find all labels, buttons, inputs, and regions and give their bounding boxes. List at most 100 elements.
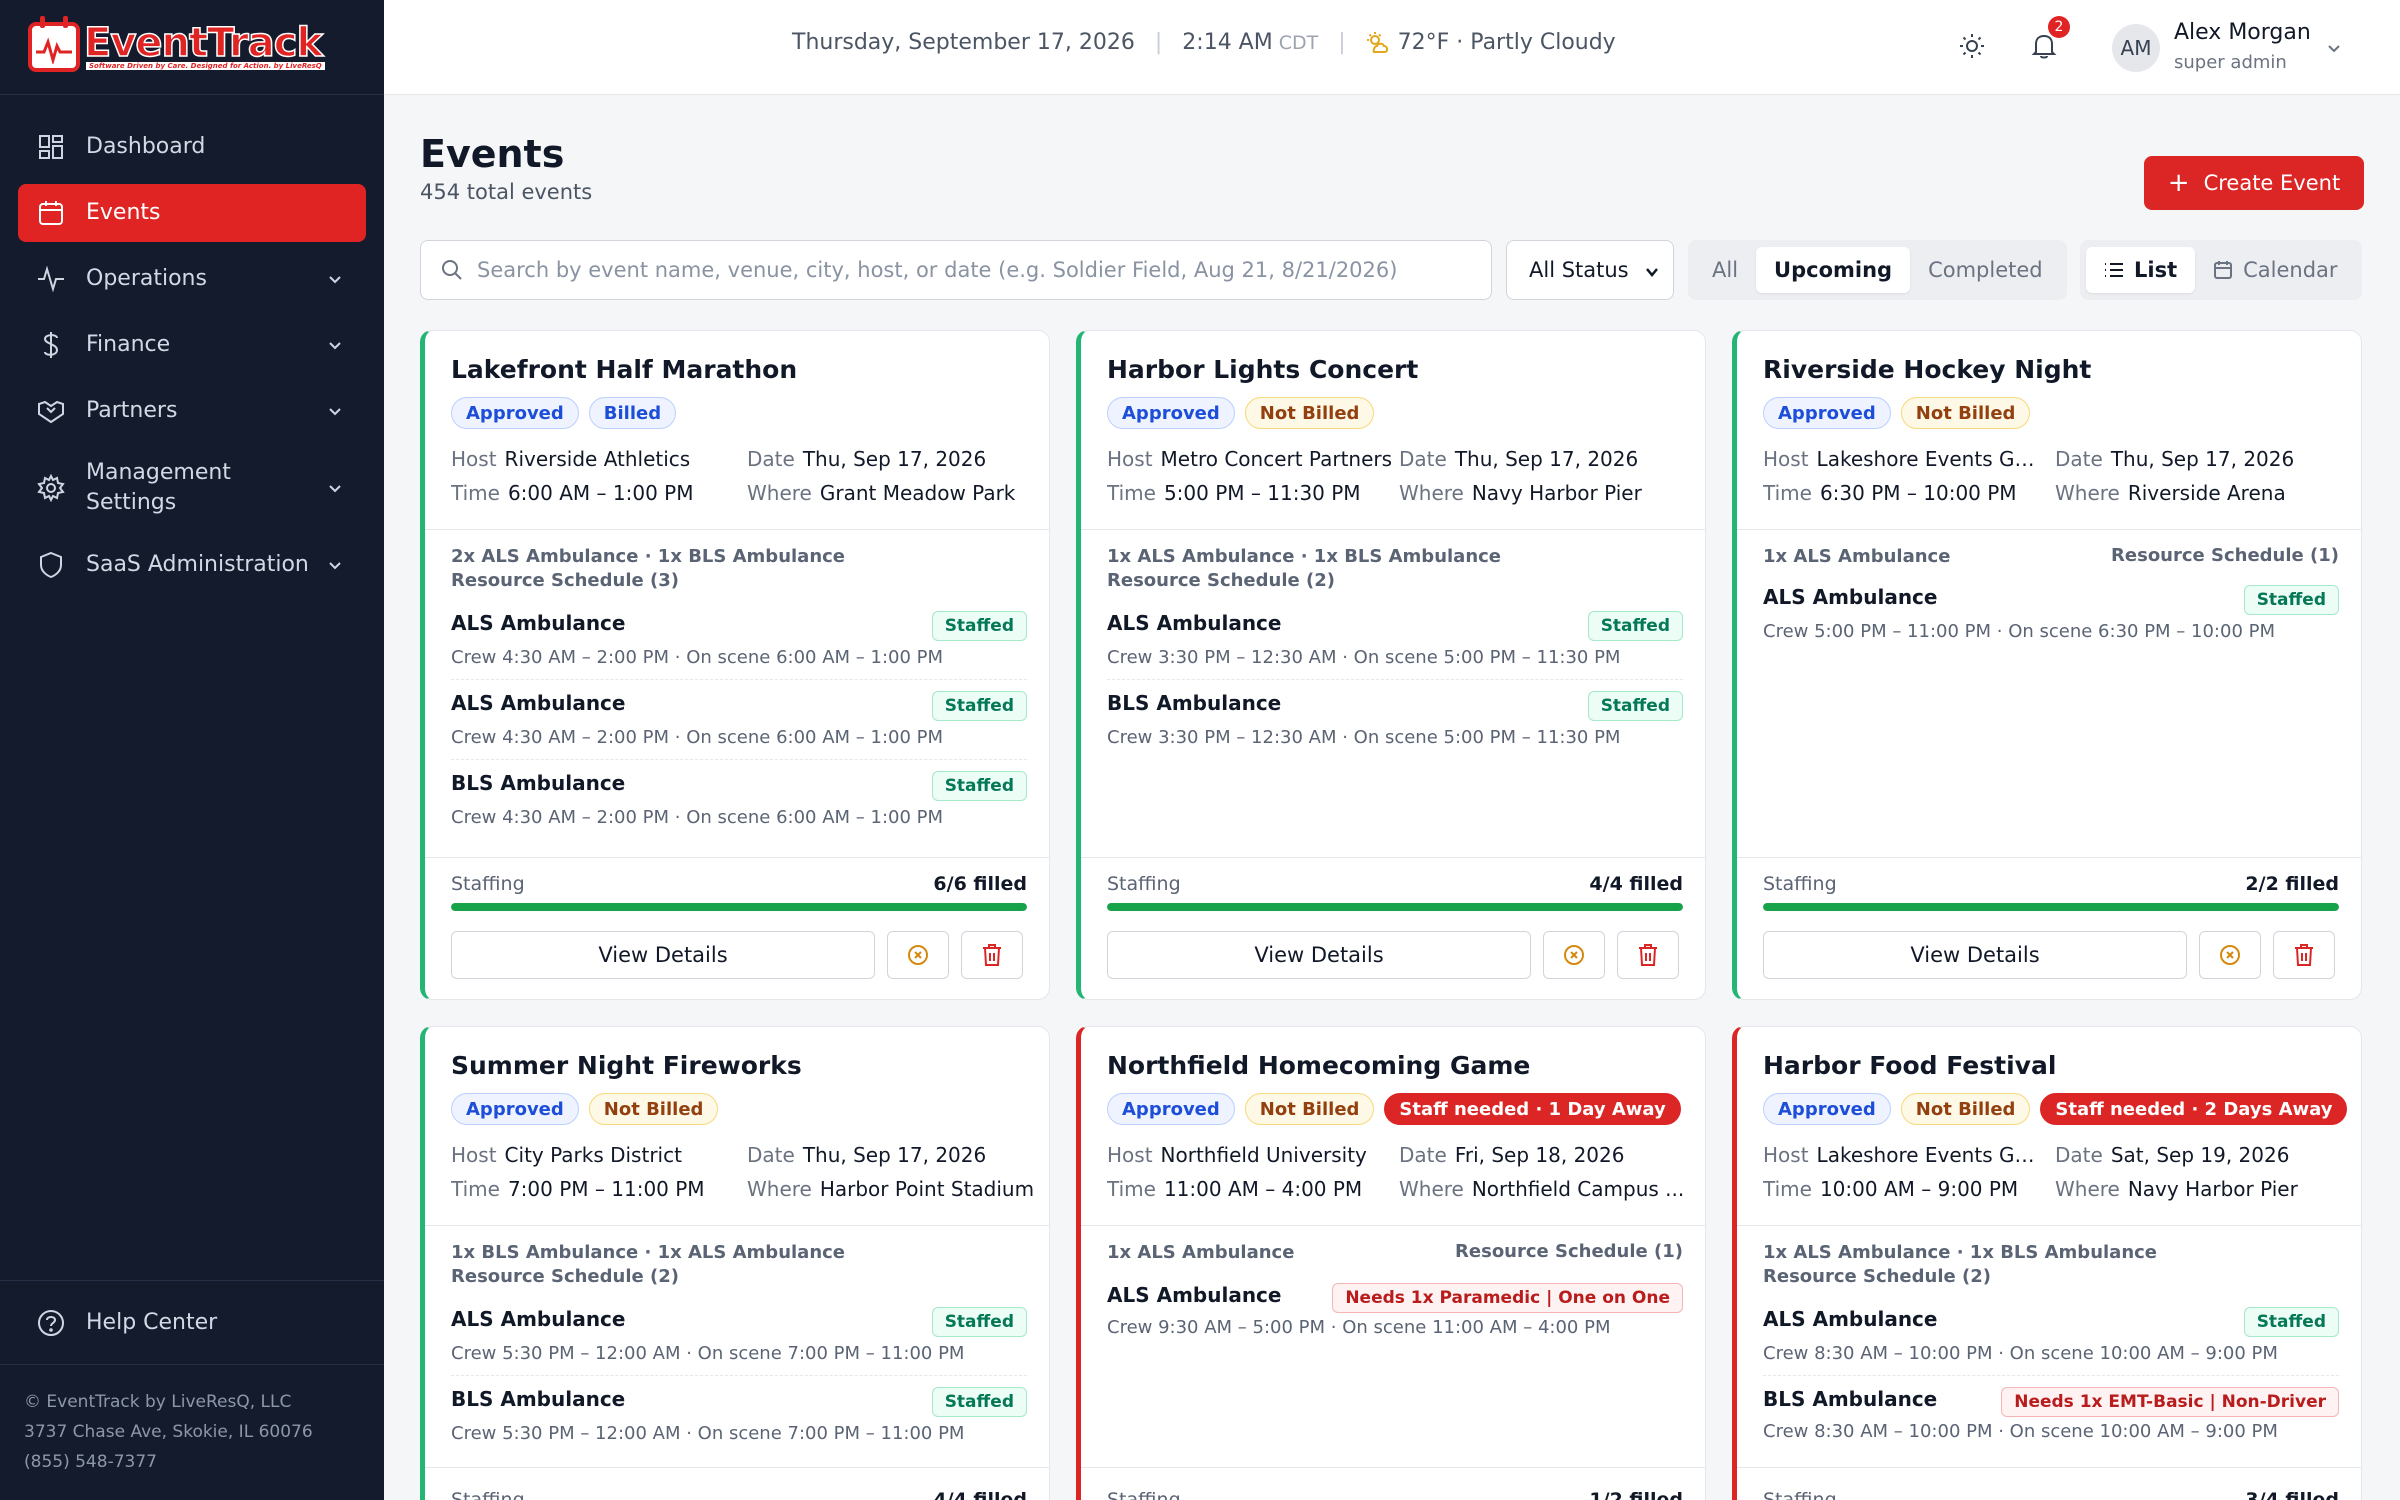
event-host: Host Riverside Athletics [451, 447, 691, 471]
delete-event-button[interactable] [1617, 931, 1679, 979]
chevron-down-icon [329, 276, 341, 284]
event-date: Date Thu, Sep 17, 2026 [2055, 447, 2295, 471]
resource-name: BLS Ambulance [1107, 691, 1282, 715]
resource-name: ALS Ambulance [1107, 611, 1282, 635]
company-phone: (855) 548-7377 [24, 1452, 157, 1472]
help-center-link[interactable]: Help Center [0, 1281, 384, 1365]
view-details-button[interactable]: View Details [1107, 931, 1531, 979]
create-event-label: Create Event [2203, 171, 2341, 195]
search-input[interactable] [477, 258, 1477, 282]
dollar-icon [36, 330, 66, 360]
resource-crew-time: Crew 8:30 AM – 10:00 PM · On scene 10:00… [1763, 1421, 2278, 1442]
event-card: Lakefront Half Marathon Approved Billed … [420, 330, 1050, 1000]
filter-tab-completed[interactable]: Completed [1910, 247, 2061, 293]
resource-crew-time: Crew 8:30 AM – 10:00 PM · On scene 10:00… [1763, 1343, 2278, 1364]
sidebar-item-events[interactable]: Events [18, 184, 366, 242]
event-time: Time 11:00 AM – 4:00 PM [1107, 1177, 1363, 1201]
resource-status-badge: Staffed [2243, 585, 2339, 615]
divider [1081, 529, 1705, 530]
cancel-event-button[interactable] [2199, 931, 2261, 979]
billing-badge: Not Billed [1900, 397, 2031, 429]
divider [451, 1375, 1027, 1376]
view-details-button[interactable]: View Details [1763, 931, 2187, 979]
notifications-button[interactable]: 2 [2024, 16, 2070, 66]
event-date: Date Thu, Sep 17, 2026 [1399, 447, 1639, 471]
view-toggle: List Calendar [2080, 240, 2362, 300]
resource-status-badge: Staffed [931, 1307, 1027, 1337]
calendar-icon [2213, 260, 2233, 280]
event-card: Summer Night Fireworks Approved Not Bill… [420, 1026, 1050, 1500]
staffing-progress-fill [1763, 903, 2339, 911]
view-calendar-button[interactable]: Calendar [2195, 247, 2355, 293]
resource-crew-time: Crew 5:30 PM – 12:00 AM · On scene 7:00 … [451, 1343, 965, 1364]
sidebar-item-label: Operations [86, 266, 207, 291]
avatar[interactable]: AM [2112, 24, 2160, 72]
billing-badge: Not Billed [588, 1093, 719, 1125]
delete-event-button[interactable] [961, 931, 1023, 979]
event-title[interactable]: Lakefront Half Marathon [451, 355, 797, 384]
sidebar-item-operations[interactable]: Operations [18, 250, 366, 308]
trash-icon [983, 944, 1001, 966]
resource-status-badge: Staffed [1587, 691, 1683, 721]
cancel-event-button[interactable] [1543, 931, 1605, 979]
event-title[interactable]: Harbor Food Festival [1763, 1051, 2056, 1080]
event-badges: Approved Not Billed [1107, 397, 1375, 429]
cancel-event-button[interactable] [887, 931, 949, 979]
resource-name: BLS Ambulance [1763, 1387, 1938, 1411]
sidebar-item-partners[interactable]: Partners [18, 382, 366, 440]
filter-tab-upcoming[interactable]: Upcoming [1756, 247, 1911, 293]
calendar-logo-icon [28, 16, 80, 72]
status-filter-select[interactable]: All Status [1506, 240, 1674, 300]
resource-crew-time: Crew 5:30 PM – 12:00 AM · On scene 7:00 … [451, 1423, 965, 1444]
filter-tab-all[interactable]: All [1694, 247, 1756, 293]
event-where: Where Riverside Arena [2055, 481, 2286, 505]
staffing-progress-bar [451, 903, 1027, 911]
sidebar-item-label: Finance [86, 332, 171, 357]
event-badges: Approved Not Billed Staff needed · 1 Day… [1107, 1093, 1681, 1125]
search-box [420, 240, 1492, 300]
create-event-button[interactable]: + Create Event [2144, 156, 2364, 210]
staff-needed-badge: Staff needed · 1 Day Away [1384, 1093, 1681, 1125]
circle-x-icon [2220, 945, 2240, 965]
event-host: Host Lakeshore Events Gr... [1763, 447, 2039, 471]
event-title[interactable]: Harbor Lights Concert [1107, 355, 1418, 384]
user-role: super admin [2174, 52, 2287, 73]
event-title[interactable]: Summer Night Fireworks [451, 1051, 802, 1080]
event-host: Host Metro Concert Partners [1107, 447, 1393, 471]
event-badges: Approved Not Billed Staff needed · 2 Day… [1763, 1093, 2348, 1125]
billing-badge: Not Billed [1900, 1093, 2031, 1125]
sidebar-item-management-settings[interactable]: Management Settings [18, 448, 366, 528]
shield-icon [36, 550, 66, 580]
divider [1763, 1375, 2339, 1376]
separator: | [1338, 30, 1346, 55]
logo[interactable]: EventTrack Software Driven by Care. Desi… [0, 0, 384, 95]
view-list-button[interactable]: List [2086, 247, 2196, 293]
resource-crew-time: Crew 4:30 AM – 2:00 PM · On scene 6:00 A… [451, 807, 944, 828]
resource-status-badge: Needs 1x Paramedic | One on One [1332, 1283, 1683, 1313]
divider [451, 759, 1027, 760]
datetime-weather: Thursday, September 17, 2026 | 2:14 AM C… [792, 30, 1616, 55]
sidebar: EventTrack Software Driven by Care. Desi… [0, 0, 384, 1500]
sidebar-item-finance[interactable]: Finance [18, 316, 366, 374]
sidebar-item-dashboard[interactable]: Dashboard [18, 118, 366, 176]
delete-event-button[interactable] [2273, 931, 2335, 979]
event-host: Host Lakeshore Events Gr... [1763, 1143, 2039, 1167]
handshake-icon [36, 396, 66, 426]
event-host: Host Northfield University [1107, 1143, 1367, 1167]
event-title[interactable]: Northfield Homecoming Game [1107, 1051, 1530, 1080]
event-title[interactable]: Riverside Hockey Night [1763, 355, 2091, 384]
company-name: © EventTrack by LiveResQ, LLC [24, 1392, 292, 1412]
sidebar-item-saas-administration[interactable]: SaaS Administration [18, 536, 366, 594]
view-details-button[interactable]: View Details [451, 931, 875, 979]
separator: | [1154, 30, 1163, 55]
page-title: Events [420, 132, 565, 176]
theme-toggle-button[interactable] [1952, 26, 1992, 66]
event-badges: Approved Not Billed [451, 1093, 719, 1125]
event-time: Time 6:00 AM – 1:00 PM [451, 481, 694, 505]
divider [1737, 1225, 2361, 1226]
event-card: Harbor Lights Concert Approved Not Bille… [1076, 330, 1706, 1000]
resource-summary: 1x ALS Ambulance [1763, 546, 1951, 567]
user-menu-chevron-icon[interactable] [2324, 38, 2344, 58]
user-name[interactable]: Alex Morgan [2174, 20, 2311, 45]
company-address: 3737 Chase Ave, Skokie, IL 60076 [24, 1422, 313, 1442]
